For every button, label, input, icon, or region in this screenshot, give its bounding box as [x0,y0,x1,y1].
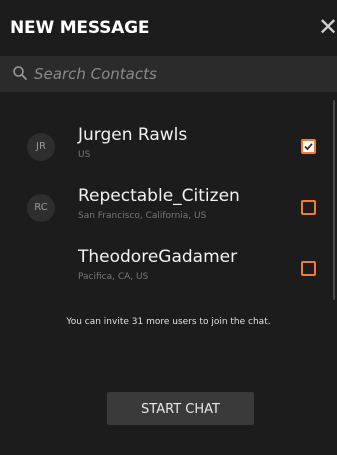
dialog-title: NEW MESSAGE [10,18,150,38]
contact-location: San Francisco, California, US [78,211,207,221]
contact-location: US [78,150,91,160]
contact-location: Pacifica, CA, US [78,272,149,282]
close-icon[interactable]: ✕ [318,14,337,40]
contact-name: TheodoreGadamer [78,247,238,267]
contact-checkbox[interactable] [301,139,316,154]
invite-limit-text: You can invite 31 more users to join the… [66,317,271,327]
contacts-scrollbar[interactable] [333,100,335,300]
contact-checkbox[interactable] [301,200,316,215]
avatar: RC [27,194,55,222]
contact-name: Jurgen Rawls [78,125,188,145]
search-input[interactable] [32,61,326,87]
start-chat-button[interactable]: START CHAT [107,392,254,425]
contact-item[interactable]: TheodoreGadamer Pacifica, CA, US [0,247,330,307]
checkmark-icon [304,143,313,151]
contact-name: Repectable_Citizen [78,186,240,206]
search-bar [0,56,337,92]
search-icon [13,66,27,80]
contact-checkbox[interactable] [301,261,316,276]
avatar: JR [27,133,55,161]
contact-item[interactable]: RC Repectable_Citizen San Francisco, Cal… [0,186,330,246]
dialog-header: NEW MESSAGE ✕ [0,0,337,56]
contact-item[interactable]: JR Jurgen Rawls US [0,125,330,185]
